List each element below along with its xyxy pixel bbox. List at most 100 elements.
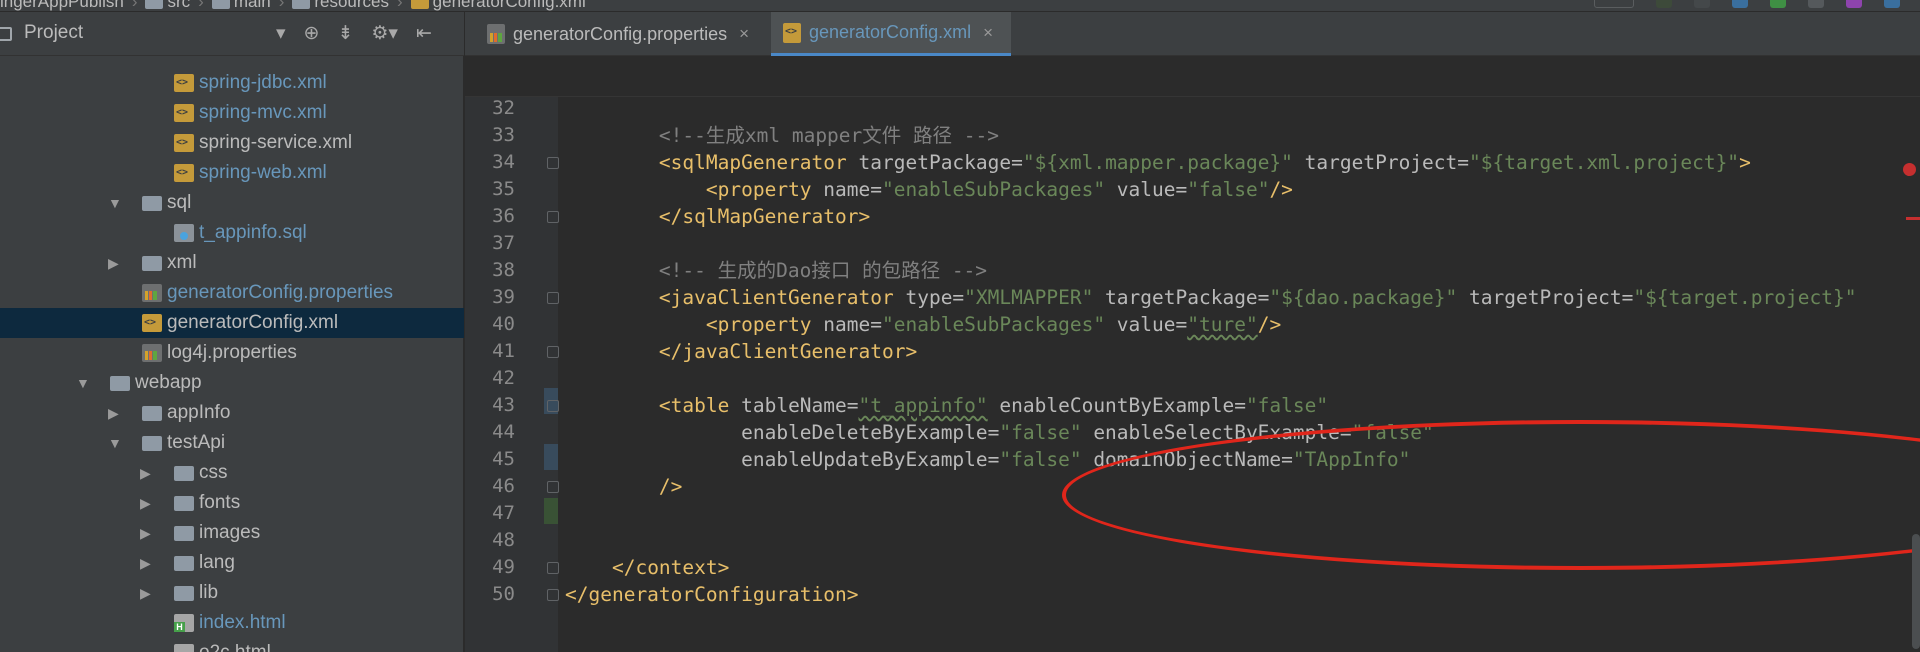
editor-gutter: 32 33 34 35 36 37 38 39 40 41 42 43 44 45 46 47 48 49 50 (465, 97, 559, 652)
close-icon[interactable]: × (983, 23, 993, 43)
tree-item-label: log4j.properties (167, 342, 297, 363)
code-line[interactable]: </context> (565, 554, 729, 581)
run-config-dropdown[interactable] (1594, 0, 1634, 8)
folder-icon (142, 256, 162, 271)
code-line[interactable]: <!--生成xml mapper文件 路径 --> (565, 122, 999, 149)
xml-file-icon (174, 104, 194, 122)
tree-item[interactable]: ▶ images (0, 518, 464, 548)
breadcrumb-item[interactable]: main (211, 0, 271, 11)
history-icon[interactable] (1808, 0, 1824, 8)
code-token: <!--生成xml mapper文件 路径 --> (565, 124, 999, 147)
breadcrumb-separator: › (131, 0, 138, 11)
tree-item[interactable]: generatorConfig.xml (0, 308, 464, 338)
tree-item[interactable]: spring-mvc.xml (0, 98, 464, 128)
code-token: "false" (999, 448, 1082, 471)
dropdown-icon[interactable]: ▾ (276, 22, 286, 45)
vertical-scrollbar[interactable] (1912, 534, 1920, 649)
code-token: "${target.project}" (1633, 286, 1857, 309)
code-line[interactable]: <!-- 生成的Dao接口 的包路径 --> (565, 257, 987, 284)
close-icon[interactable]: × (739, 24, 749, 44)
xml-file-icon (174, 74, 194, 92)
collapse-all-icon[interactable]: ⇟ (337, 22, 353, 45)
code-token: targetPackage= (858, 151, 1023, 174)
vcs-update-icon[interactable] (1732, 0, 1748, 8)
code-line[interactable]: </sqlMapGenerator> (565, 203, 870, 230)
breadcrumb-item[interactable]: resources (292, 0, 389, 11)
collapsed-arrow-icon[interactable]: ▶ (140, 458, 151, 488)
tree-item[interactable]: ▶ xml (0, 248, 464, 278)
tree-item[interactable]: ▶ appInfo (0, 398, 464, 428)
error-stripe[interactable] (1906, 217, 1920, 220)
tree-item[interactable]: ▼ sql (0, 188, 464, 218)
scroll-from-source-icon[interactable]: ⊕ (304, 22, 320, 45)
tree-item[interactable]: ▶ fonts (0, 488, 464, 518)
fold-icon[interactable] (547, 292, 559, 304)
error-indicator-icon[interactable] (1903, 163, 1916, 176)
tree-item[interactable]: index.html (0, 608, 464, 638)
tree-item[interactable]: ▼ testApi (0, 428, 464, 458)
code-editor[interactable]: 32 33 34 35 36 37 38 39 40 41 42 43 44 45 46 47 48 49 50 <… (465, 57, 1920, 652)
code-token: "${dao.package}" (1269, 286, 1458, 309)
code-token: "enableSubPackages" (882, 178, 1106, 201)
collapsed-arrow-icon[interactable]: ▶ (140, 488, 151, 518)
tab-generatorconfig-xml[interactable]: generatorConfig.xml × (771, 12, 1011, 56)
collapsed-arrow-icon[interactable]: ▶ (108, 398, 119, 428)
code-line[interactable]: <property name="enableSubPackages" value… (565, 311, 1281, 338)
fold-icon[interactable] (547, 562, 559, 574)
tree-item-label: t_appinfo.sql (199, 222, 307, 243)
code-line[interactable]: </javaClientGenerator> (565, 338, 917, 365)
code-token: /> (1257, 313, 1282, 336)
collapsed-arrow-icon[interactable]: ▶ (140, 578, 151, 608)
breadcrumb-item[interactable]: ingerAppPublish (0, 0, 124, 11)
gear-icon[interactable]: ⚙▾ (371, 22, 398, 45)
collapsed-arrow-icon[interactable]: ▶ (140, 518, 151, 548)
search-everywhere-icon[interactable] (1884, 0, 1900, 8)
project-title[interactable]: Project (24, 22, 83, 44)
hide-icon[interactable]: ⇤ (416, 22, 432, 45)
fold-icon[interactable] (547, 400, 559, 412)
tree-item[interactable]: ▶ lang (0, 548, 464, 578)
tree-item[interactable]: o2c.html (0, 638, 464, 652)
collapsed-arrow-icon[interactable]: ▶ (108, 248, 119, 278)
tree-item[interactable]: spring-service.xml (0, 128, 464, 158)
tree-item[interactable]: ▶ css (0, 458, 464, 488)
tree-item[interactable]: spring-jdbc.xml (0, 68, 464, 98)
code-token: enableDeleteByExample= (741, 421, 1000, 444)
code-line[interactable]: <sqlMapGenerator targetPackage="${xml.ma… (565, 149, 1751, 176)
code-line[interactable]: <javaClientGenerator type="XMLMAPPER" ta… (565, 284, 1857, 311)
code-token: targetPackage= (1093, 286, 1270, 309)
run-icon[interactable] (1656, 0, 1672, 8)
fold-icon[interactable] (547, 157, 559, 169)
tree-item[interactable]: generatorConfig.properties (0, 278, 464, 308)
code-line[interactable]: <property name="enableSubPackages" value… (565, 176, 1293, 203)
fold-icon[interactable] (547, 481, 559, 493)
code-line[interactable]: <table tableName="t_appinfo" enableCount… (565, 392, 1328, 419)
properties-file-icon (142, 344, 162, 362)
fold-icon[interactable] (547, 589, 559, 601)
tree-item[interactable]: ▼ webapp (0, 368, 464, 398)
debug-icon[interactable] (1694, 0, 1710, 8)
expanded-arrow-icon[interactable]: ▼ (108, 428, 122, 458)
line-number: 38 (492, 259, 515, 281)
expanded-arrow-icon[interactable]: ▼ (108, 188, 122, 218)
breadcrumb-item[interactable]: generatorConfig.xml (410, 0, 586, 11)
fold-icon[interactable] (547, 211, 559, 223)
fold-icon[interactable] (547, 346, 559, 358)
plugin-icon[interactable] (1846, 0, 1862, 8)
breadcrumb-item[interactable]: src (145, 0, 190, 11)
vcs-commit-icon[interactable] (1770, 0, 1786, 8)
code-token: value= (1105, 178, 1188, 201)
collapsed-arrow-icon[interactable]: ▶ (140, 548, 151, 578)
tree-item[interactable]: spring-web.xml (0, 158, 464, 188)
tree-item[interactable]: log4j.properties (0, 338, 464, 368)
tab-generatorconfig-properties[interactable]: generatorConfig.properties × (477, 12, 769, 56)
code-line[interactable]: /> (565, 473, 682, 500)
tree-item[interactable]: t_appinfo.sql (0, 218, 464, 248)
code-token: "t_appinfo" (858, 394, 988, 417)
line-number: 35 (492, 178, 515, 200)
code-token: /> (1269, 178, 1293, 201)
tree-item[interactable]: ▶ lib (0, 578, 464, 608)
expanded-arrow-icon[interactable]: ▼ (76, 368, 90, 398)
code-line[interactable]: </generatorConfiguration> (565, 581, 859, 608)
